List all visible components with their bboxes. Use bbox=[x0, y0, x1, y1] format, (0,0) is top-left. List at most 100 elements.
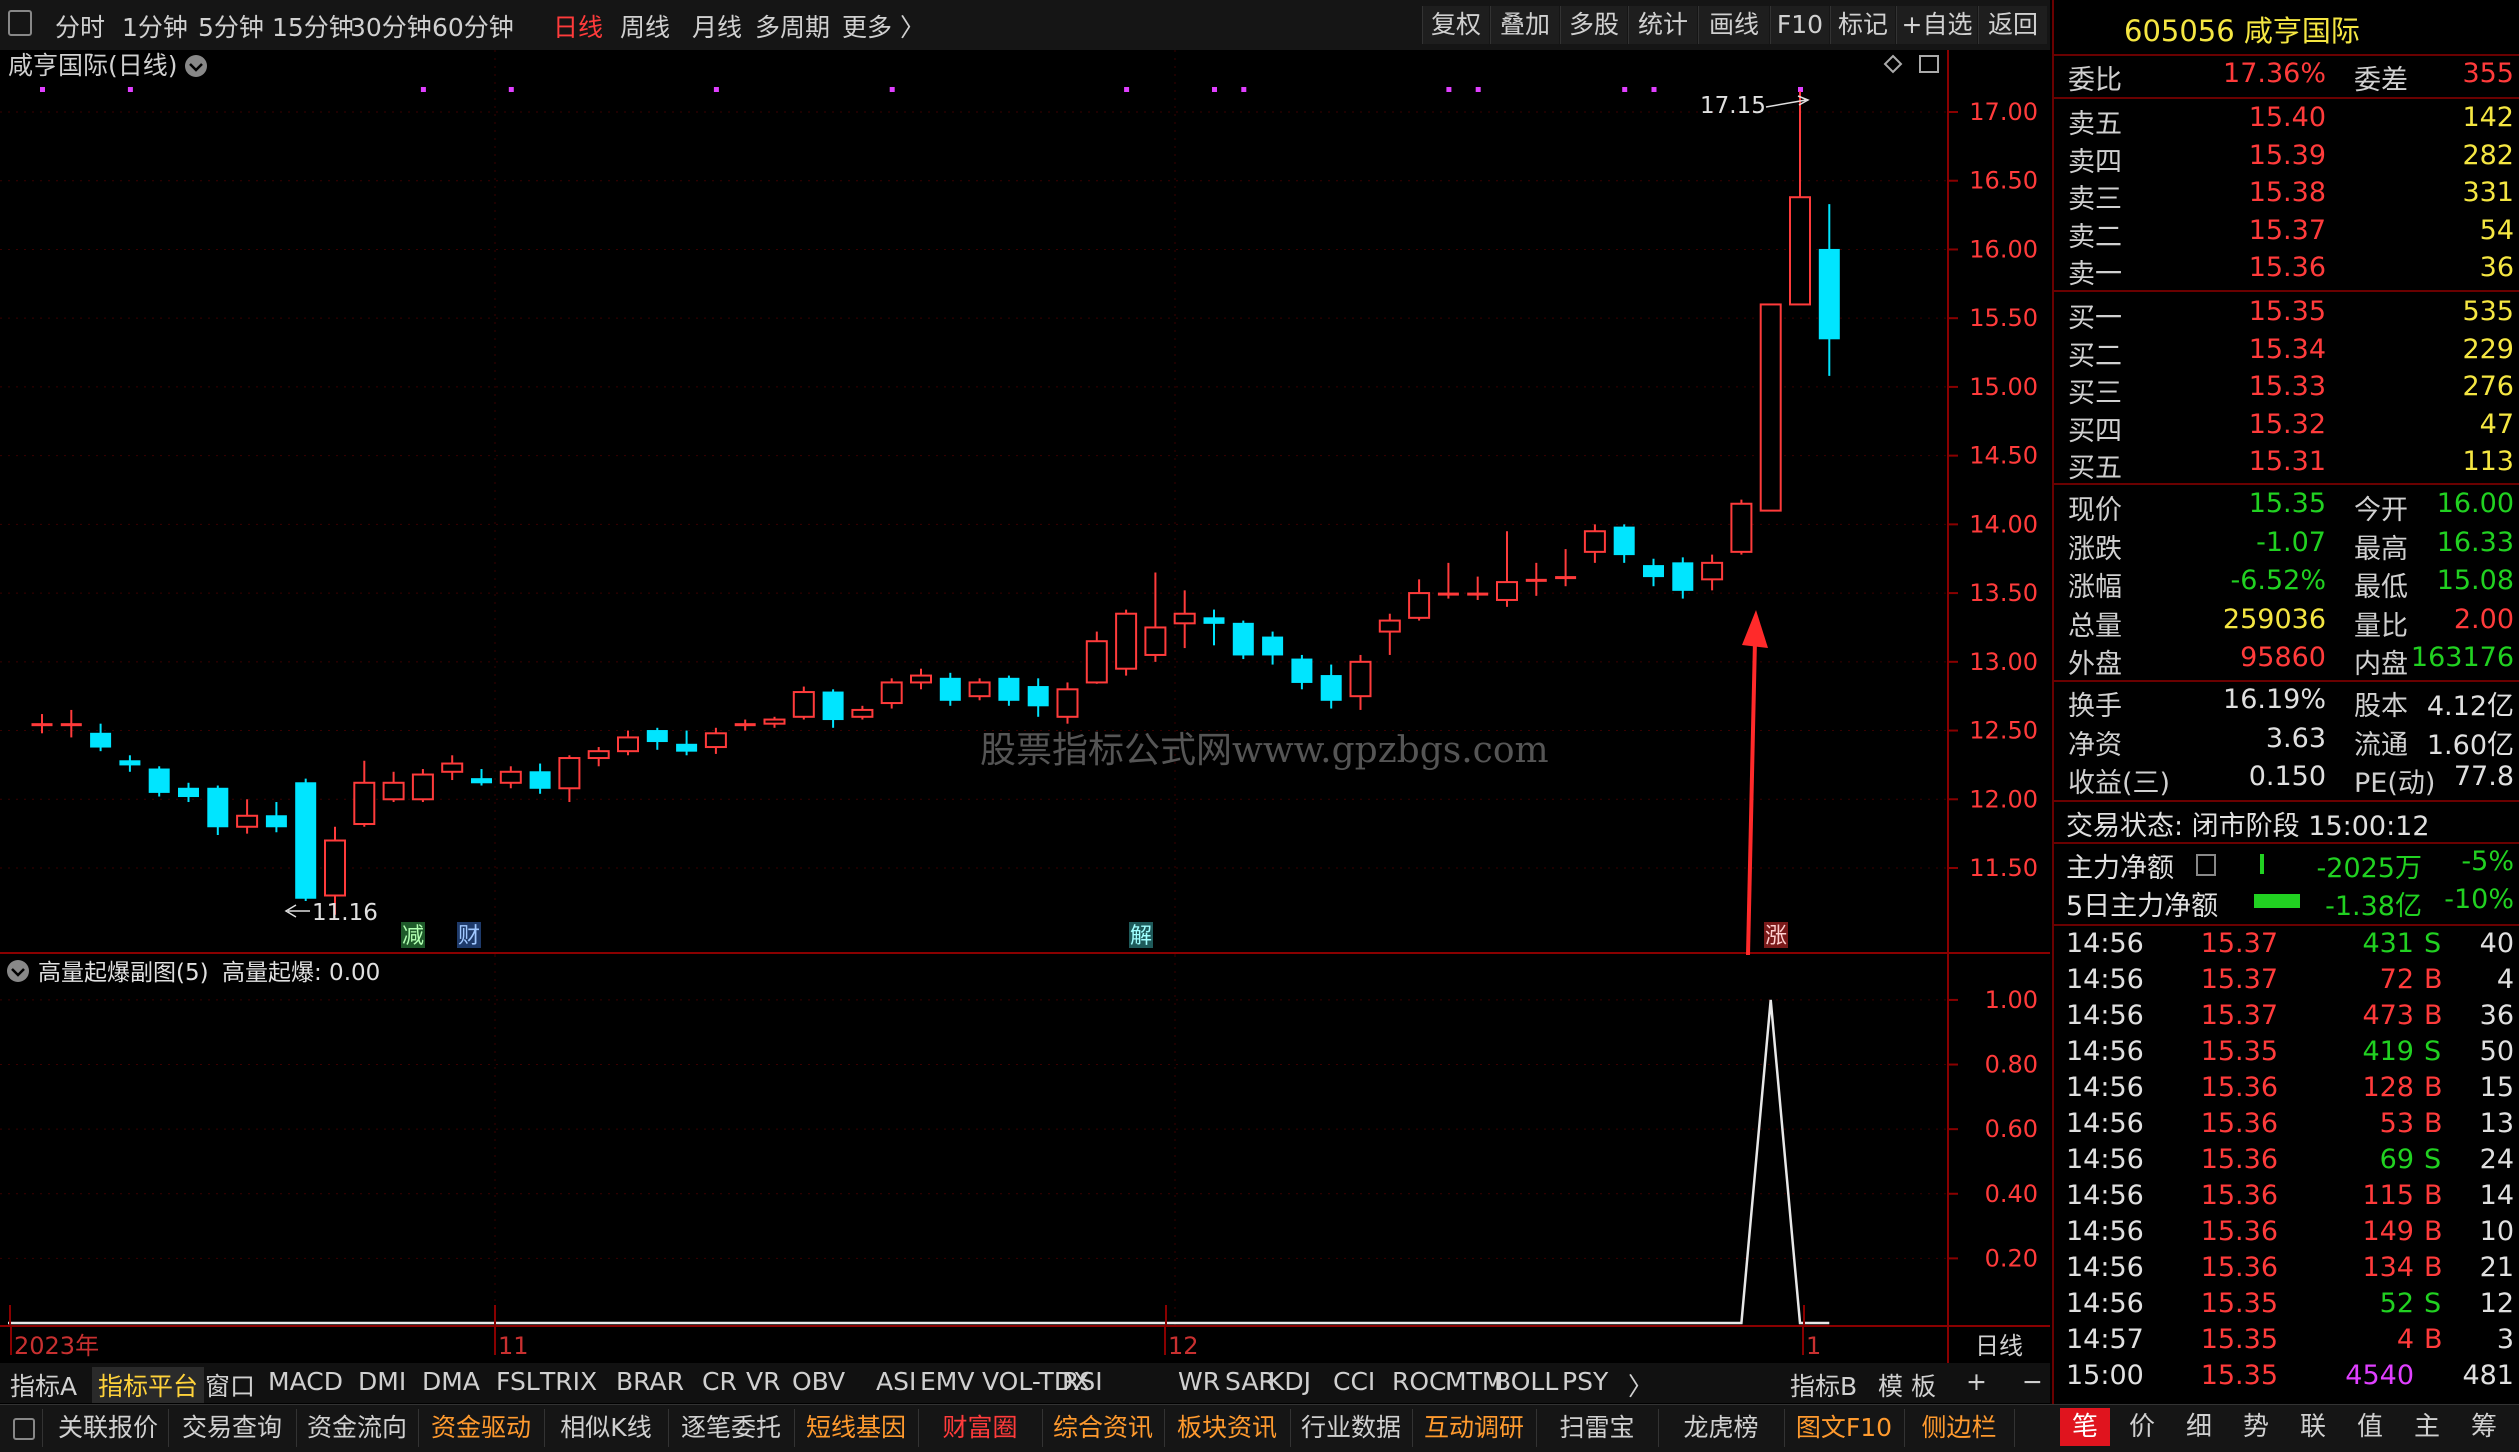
function-tab[interactable]: 板块资讯 bbox=[1164, 1409, 1291, 1447]
function-tab[interactable]: 侧边栏 bbox=[1904, 1409, 2015, 1447]
right-tab[interactable]: 势 bbox=[2231, 1408, 2281, 1446]
indicator-right-button[interactable]: 指标B bbox=[1790, 1367, 1857, 1403]
toolbar-button[interactable]: 画线 bbox=[1698, 6, 1769, 44]
indicator-tab[interactable]: KDJ bbox=[1268, 1367, 1311, 1396]
function-tab[interactable]: 资金流向 bbox=[296, 1409, 419, 1447]
right-tab[interactable]: 主 bbox=[2402, 1408, 2452, 1446]
toolbar-button[interactable]: 多股 bbox=[1560, 6, 1627, 44]
chevron-down-icon[interactable] bbox=[185, 55, 207, 77]
indicator-tab[interactable]: OBV bbox=[792, 1367, 845, 1396]
fundamental-row: 换手 16.19% 股本 4.12亿 bbox=[2054, 684, 2519, 722]
indicator-tab[interactable]: 窗口 bbox=[205, 1367, 255, 1403]
main-net-row[interactable]: 主力净额 -2025万 -5% bbox=[2054, 846, 2519, 884]
stat-value: 16.33 bbox=[2436, 526, 2514, 558]
indicator-tab[interactable]: 指标平台 bbox=[92, 1367, 205, 1403]
toolbar-button[interactable]: 复权 bbox=[1422, 6, 1489, 44]
event-tag[interactable]: 减 bbox=[402, 924, 424, 949]
period-tab[interactable]: 1分钟 bbox=[122, 8, 188, 44]
net-bar bbox=[2260, 854, 2264, 874]
order-book-row: 买四 15.32 47 bbox=[2054, 409, 2519, 447]
watermark: 股票指标公式网www.gpzbgs.com bbox=[980, 730, 1549, 771]
indicator-tab[interactable]: DMA bbox=[422, 1367, 480, 1396]
function-tab[interactable]: 关联报价 bbox=[48, 1409, 169, 1447]
period-tab[interactable]: 多周期 bbox=[755, 8, 830, 44]
right-tab[interactable]: 细 bbox=[2174, 1408, 2224, 1446]
period-tab[interactable]: 日线 bbox=[553, 8, 603, 44]
function-tab[interactable]: 资金驱动 bbox=[418, 1409, 545, 1447]
menu-icon[interactable] bbox=[8, 10, 32, 36]
indicator-subchart[interactable]: 高量起爆副图(5) 高量起爆: 0.00 1.00 0.80 0.60 0.40 0.2… bbox=[0, 955, 2050, 1325]
kline-chart[interactable]: 咸亨国际(日线) 17.00 16.50 16.00 15.50 15.00 14.50 1… bbox=[0, 50, 2050, 955]
tick-volume: 134 bbox=[2362, 1252, 2414, 1283]
event-tag[interactable]: 涨 bbox=[1765, 924, 1787, 949]
indicator-tab[interactable]: ROC bbox=[1392, 1367, 1447, 1396]
toolbar-button[interactable]: 返回 bbox=[1978, 6, 2047, 44]
tick-side: B bbox=[2424, 1324, 2443, 1355]
function-tab[interactable]: 相似K线 bbox=[544, 1409, 669, 1447]
event-tag[interactable]: 解 bbox=[1130, 924, 1152, 949]
info-icon[interactable] bbox=[2196, 854, 2216, 876]
five-day-net-row[interactable]: 5日主力净额 -1.38亿 -10% bbox=[2054, 884, 2519, 922]
function-tab[interactable]: 综合资讯 bbox=[1042, 1409, 1165, 1447]
right-tab[interactable]: 价 bbox=[2117, 1408, 2167, 1446]
tick-row: 14:56 15.36 149 B 10 bbox=[2054, 1216, 2519, 1253]
tick-side: S bbox=[2424, 1036, 2442, 1067]
sub-y-tick-label: 0.80 bbox=[1985, 1051, 2038, 1079]
function-tab[interactable]: 图文F10 bbox=[1784, 1409, 1905, 1447]
right-tab[interactable]: 值 bbox=[2345, 1408, 2395, 1446]
event-tag[interactable]: 财 bbox=[458, 924, 480, 949]
toolbar-button[interactable]: 标记 bbox=[1830, 6, 1895, 44]
indicator-tab[interactable]: ASI bbox=[876, 1367, 916, 1396]
period-tab[interactable]: 周线 bbox=[620, 8, 670, 44]
right-tab[interactable]: 联 bbox=[2288, 1408, 2338, 1446]
function-tab[interactable]: 龙虎榜 bbox=[1658, 1409, 1785, 1447]
indicator-tab[interactable]: RSI bbox=[1062, 1367, 1103, 1396]
toolbar-button[interactable]: +自选 bbox=[1896, 6, 1977, 44]
indicator-tab[interactable]: TRIX bbox=[540, 1367, 597, 1396]
period-tab[interactable]: 5分钟 bbox=[198, 8, 264, 44]
toolbar-button[interactable]: F10 bbox=[1770, 6, 1829, 44]
y-tick-label: 13.50 bbox=[1969, 579, 2038, 607]
period-tab[interactable]: 分时 bbox=[55, 8, 105, 44]
function-tab[interactable]: 逐笔委托 bbox=[668, 1409, 795, 1447]
period-tab[interactable]: 15分钟 bbox=[272, 8, 354, 44]
indicator-tab[interactable]: 〉 bbox=[1628, 1367, 1653, 1403]
indicator-right-button[interactable]: − bbox=[2022, 1367, 2043, 1396]
indicator-tab[interactable]: WR bbox=[1178, 1367, 1220, 1396]
indicator-tab[interactable]: MACD bbox=[268, 1367, 343, 1396]
indicator-tab[interactable]: VR bbox=[746, 1367, 780, 1396]
indicator-tab[interactable]: BRAR bbox=[616, 1367, 684, 1396]
indicator-tab[interactable]: CCI bbox=[1333, 1367, 1375, 1396]
period-tab[interactable]: 更多 〉 bbox=[842, 8, 925, 44]
indicator-tab[interactable]: 指标A bbox=[10, 1367, 77, 1403]
level-label: 买四 bbox=[2068, 415, 2122, 447]
indicator-tab[interactable]: BOLL bbox=[1494, 1367, 1558, 1396]
function-tab[interactable]: 扫雷宝 bbox=[1536, 1409, 1659, 1447]
indicator-tab[interactable]: FSL bbox=[496, 1367, 540, 1396]
toolbar-button[interactable]: 统计 bbox=[1628, 6, 1697, 44]
function-tab[interactable]: 交易查询 bbox=[168, 1409, 297, 1447]
indicator-tab[interactable]: DMI bbox=[358, 1367, 406, 1396]
indicator-right-button[interactable]: 模 板 bbox=[1878, 1367, 1936, 1403]
right-tab[interactable]: 笔 bbox=[2060, 1408, 2110, 1446]
function-tab[interactable]: 财富圈 bbox=[918, 1409, 1043, 1447]
tick-time: 14:56 bbox=[2066, 1252, 2144, 1283]
indicator-tab[interactable]: CR bbox=[702, 1367, 737, 1396]
level-label: 买三 bbox=[2068, 378, 2122, 409]
period-tab[interactable]: 月线 bbox=[692, 8, 742, 44]
toggle-icon[interactable] bbox=[6, 1409, 43, 1447]
period-tab[interactable]: 30分钟 bbox=[350, 8, 432, 44]
function-tab[interactable]: 短线基因 bbox=[794, 1409, 919, 1447]
indicator-right-button[interactable]: + bbox=[1966, 1367, 1987, 1396]
period-tab[interactable]: 60分钟 bbox=[432, 8, 514, 44]
indicator-tab[interactable]: EMV bbox=[920, 1367, 974, 1396]
trade-status-row: 交易状态: 闭市阶段 15:00:12 bbox=[2054, 804, 2519, 842]
indicator-tab[interactable]: PSY bbox=[1562, 1367, 1608, 1396]
right-tab[interactable]: 筹 bbox=[2459, 1408, 2509, 1446]
tick-price: 15.36 bbox=[2200, 1072, 2278, 1103]
collapse-icon[interactable] bbox=[7, 960, 29, 982]
level-price: 15.37 bbox=[2248, 214, 2326, 246]
function-tab[interactable]: 互动调研 bbox=[1412, 1409, 1537, 1447]
function-tab[interactable]: 行业数据 bbox=[1290, 1409, 1413, 1447]
toolbar-button[interactable]: 叠加 bbox=[1490, 6, 1559, 44]
